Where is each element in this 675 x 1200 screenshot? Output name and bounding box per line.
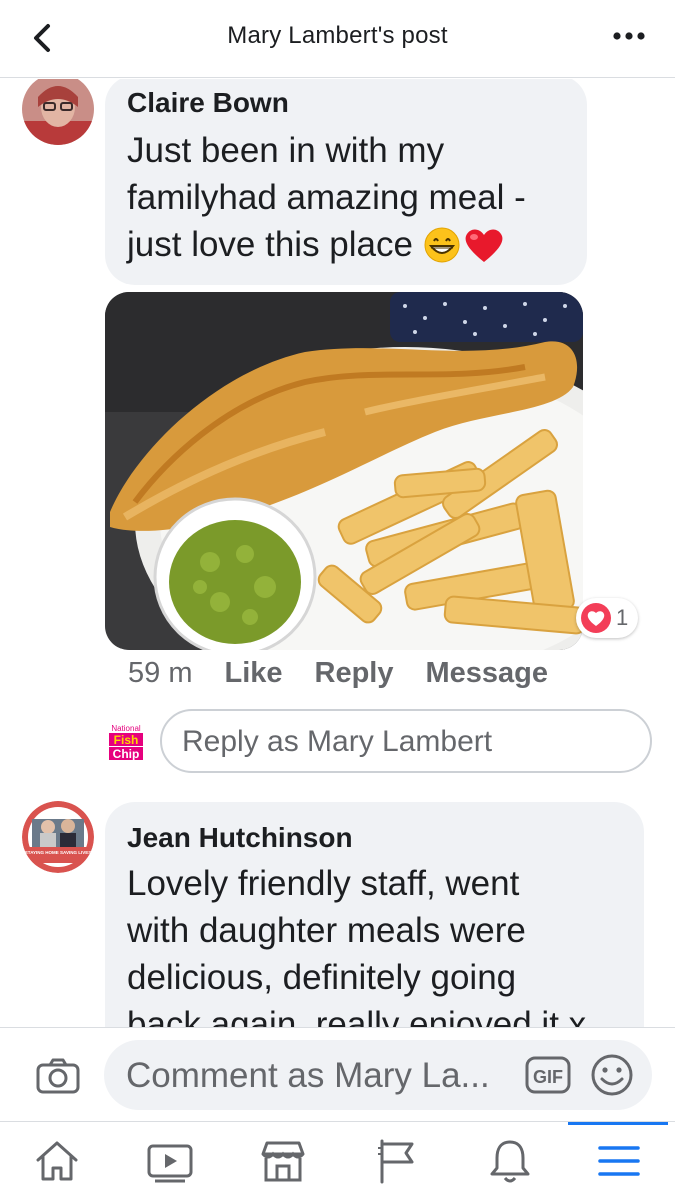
red-heart-emoji-icon (465, 228, 503, 262)
comment-line: with daughter meals were (127, 911, 526, 950)
comment-text: Lovely friendly staff, went with daughte… (127, 860, 586, 1027)
comment-line-with-emoji: just love this place (127, 221, 526, 268)
page-title: Mary Lambert's post (227, 22, 448, 49)
love-reaction-icon (581, 603, 611, 633)
comments-list: Claire Bown Just been in with my familyh… (0, 79, 675, 1027)
avatar[interactable] (22, 79, 94, 145)
avatar[interactable]: STAYING HOME SAVING LIVES (22, 801, 94, 873)
grinning-emoji-icon (424, 227, 460, 262)
reaction-count-badge[interactable]: 1 (576, 598, 639, 638)
notifications-bell-icon[interactable] (485, 1136, 535, 1186)
home-icon[interactable] (32, 1136, 82, 1186)
more-options-icon[interactable] (611, 26, 647, 46)
marketplace-icon[interactable] (258, 1136, 308, 1186)
user-photo (22, 79, 94, 145)
logo-text-national: National (111, 724, 141, 733)
comment-line: delicious, definitely going (127, 958, 517, 997)
active-tab-indicator (568, 1122, 668, 1125)
gif-icon[interactable]: GIF (525, 1056, 571, 1094)
comment-actions: 59 m Like Reply Message (128, 657, 548, 690)
comment-placeholder: Comment as Mary La... (126, 1056, 490, 1095)
like-button[interactable]: Like (224, 657, 282, 690)
reply-button[interactable]: Reply (315, 657, 394, 690)
comment-photo[interactable] (105, 292, 583, 650)
reply-input[interactable]: Reply as Mary Lambert (160, 709, 652, 773)
page-avatar[interactable]: National Fish Chip (104, 720, 148, 764)
comment-text: Just been in with my familyhad amazing m… (127, 127, 526, 268)
comment-input[interactable]: Comment as Mary La... GIF (104, 1040, 652, 1110)
comment-bubble: Claire Bown Just been in with my familyh… (105, 79, 587, 285)
comment-timestamp[interactable]: 59 m (128, 657, 192, 690)
post-header: Mary Lambert's post (0, 0, 675, 78)
emoji-picker-icon[interactable] (590, 1053, 634, 1097)
watch-icon[interactable] (145, 1136, 195, 1186)
user-photo: STAYING HOME SAVING LIVES (22, 801, 94, 873)
avatar-badge-text: STAYING HOME SAVING LIVES (25, 850, 91, 855)
reply-placeholder: Reply as Mary Lambert (182, 725, 493, 758)
menu-icon[interactable] (594, 1136, 644, 1186)
national-fish-chip-logo: National Fish Chip (104, 720, 148, 764)
pages-flag-icon[interactable] (372, 1136, 422, 1186)
reaction-count: 1 (616, 605, 629, 630)
bottom-tab-bar (0, 1121, 675, 1200)
comment-author[interactable]: Claire Bown (127, 87, 289, 119)
comment-author[interactable]: Jean Hutchinson (127, 822, 353, 854)
comment-line: just love this place (127, 225, 413, 264)
logo-text-fish: Fish (114, 733, 139, 747)
comment-line: back again, really enjoyed it x (127, 1005, 587, 1027)
fish-and-chips-image (105, 292, 583, 650)
camera-icon[interactable] (36, 1058, 80, 1094)
comment-line: familyhad amazing meal - (127, 178, 526, 217)
message-button[interactable]: Message (426, 657, 549, 690)
comment-composer: Comment as Mary La... GIF (0, 1027, 675, 1121)
gif-label: GIF (533, 1067, 563, 1087)
logo-text-chip: Chip (113, 747, 140, 761)
comment-bubble: Jean Hutchinson Lovely friendly staff, w… (105, 802, 644, 1027)
comment-line: Just been in with my (127, 131, 445, 170)
comment-line: Lovely friendly staff, went (127, 864, 520, 903)
